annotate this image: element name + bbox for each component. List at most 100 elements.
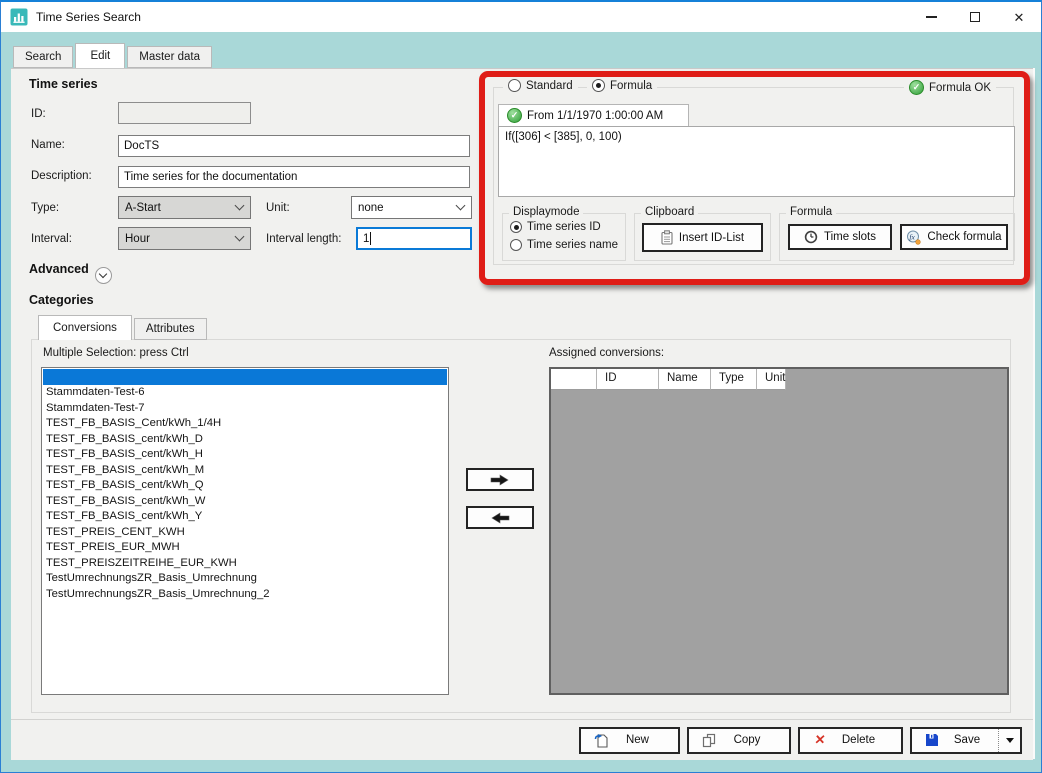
maximize-button[interactable] (953, 2, 997, 32)
tab-conversions[interactable]: Conversions (38, 315, 132, 340)
table-header-cell: Unit (757, 369, 786, 390)
close-button[interactable]: ✕ (997, 2, 1041, 32)
type-label: Type: (31, 202, 59, 214)
list-item[interactable]: TEST_PREISZEITREIHE_EUR_KWH (43, 557, 447, 573)
minimize-icon (926, 16, 937, 17)
arrow-right-icon (489, 474, 511, 486)
minimize-button[interactable] (909, 2, 953, 32)
list-item[interactable]: TEST_FB_BASIS_cent/kWh_M (43, 464, 447, 480)
check-circle-icon: ✓ (507, 108, 522, 123)
app-icon (10, 8, 28, 26)
list-item[interactable]: TEST_FB_BASIS_cent/kWh_W (43, 495, 447, 511)
dropdown-arrow-icon (1006, 738, 1014, 743)
list-item[interactable]: Stammdaten-Test-7 (43, 402, 447, 418)
interval-dropdown[interactable]: Hour (118, 227, 251, 250)
new-document-icon (593, 733, 609, 748)
text-caret (370, 232, 371, 245)
table-header-cell: Name (659, 369, 711, 390)
formula-editor[interactable]: If([306] < [385], 0, 100) (498, 126, 1015, 197)
copy-icon (701, 733, 717, 748)
time-series-id-radio[interactable]: Time series ID (505, 221, 606, 233)
time-series-heading: Time series (29, 77, 98, 91)
status-badge: Formula OK (929, 82, 991, 94)
assign-conversion-button[interactable] (466, 468, 534, 491)
chevron-down-icon (449, 206, 471, 209)
tab-search[interactable]: Search (13, 46, 73, 68)
copy-button[interactable]: Copy (687, 727, 791, 754)
svg-text:fx: fx (910, 232, 916, 241)
type-value: A-Start (125, 202, 161, 214)
tab-edit[interactable]: Edit (75, 43, 125, 68)
list-item[interactable]: TEST_FB_BASIS_cent/kWh_Q (43, 479, 447, 495)
footer-button-bar: New Copy ✕ Delete (11, 719, 1033, 760)
window-controls: ✕ (909, 2, 1041, 32)
list-item[interactable]: TestUmrechnungsZR_Basis_Umrechnung (43, 572, 447, 588)
table-header-cell: ID (597, 369, 659, 390)
table-header-cell: Type (711, 369, 757, 390)
interval-label: Interval: (31, 233, 72, 245)
list-item-selected[interactable] (43, 369, 447, 385)
unassign-conversion-button[interactable] (466, 506, 534, 529)
list-item[interactable]: TEST_FB_BASIS_cent/kWh_Y (43, 510, 447, 526)
id-label: ID: (31, 108, 46, 120)
time-slots-button[interactable]: Time slots (788, 224, 892, 250)
formula-ok-status: ✓ Formula OK (904, 80, 996, 95)
conversion-list: Stammdaten-Test-6 Stammdaten-Test-7 TEST… (43, 386, 447, 603)
formula-tools-groupbox: Formula Time slots fx (779, 213, 1015, 261)
type-dropdown[interactable]: A-Start (118, 196, 251, 219)
list-item[interactable]: TEST_FB_BASIS_cent/kWh_D (43, 433, 447, 449)
maximize-icon (970, 12, 980, 22)
clipboard-legend: Clipboard (641, 206, 698, 218)
edit-tab-content: Time series ID: Name: Description: Type:… (11, 68, 1033, 759)
categories-heading: Categories (29, 293, 94, 307)
formula-tools-legend: Formula (786, 206, 836, 218)
standard-radio[interactable]: Standard (503, 79, 578, 92)
formula-radio[interactable]: Formula (587, 79, 657, 92)
chevron-down-circle-icon[interactable] (95, 267, 112, 284)
tab-master-data[interactable]: Master data (127, 46, 212, 68)
name-label: Name: (31, 139, 65, 151)
tab-attributes[interactable]: Attributes (134, 318, 207, 340)
radio-off-icon (510, 239, 522, 251)
save-dropdown-button[interactable] (998, 729, 1020, 752)
window-title: Time Series Search (36, 10, 141, 24)
chevron-down-icon (228, 237, 250, 240)
list-item[interactable]: Stammdaten-Test-6 (43, 386, 447, 402)
advanced-toggle[interactable]: Advanced (29, 262, 112, 284)
description-label: Description: (31, 170, 92, 182)
list-item[interactable]: TestUmrechnungsZR_Basis_Umrechnung_2 (43, 588, 447, 604)
save-button[interactable]: Save (910, 727, 1022, 754)
description-field[interactable] (118, 166, 470, 188)
radio-on-icon (592, 79, 605, 92)
main-tabstrip: Search Edit Master data (13, 43, 214, 68)
radio-off-icon (508, 79, 521, 92)
app-window: Time Series Search ✕ Search Edit Master … (0, 0, 1042, 773)
list-item[interactable]: TEST_PREIS_EUR_MWH (43, 541, 447, 557)
save-floppy-icon (924, 733, 940, 747)
list-item[interactable]: TEST_FB_BASIS_cent/kWh_H (43, 448, 447, 464)
unit-label: Unit: (266, 202, 290, 214)
assigned-conversions-table[interactable]: ID Name Type Unit (549, 367, 1009, 695)
interval-length-label: Interval length: (266, 233, 341, 245)
unit-dropdown[interactable]: none (351, 196, 472, 219)
delete-x-icon: ✕ (811, 732, 829, 748)
list-item[interactable]: TEST_FB_BASIS_Cent/kWh_1/4H (43, 417, 447, 433)
id-field[interactable] (118, 102, 251, 124)
advanced-label: Advanced (29, 262, 89, 276)
unit-value: none (358, 202, 384, 214)
list-item[interactable]: TEST_PREIS_CENT_KWH (43, 526, 447, 542)
close-icon: ✕ (1014, 11, 1025, 24)
check-formula-button[interactable]: fx Check formula (900, 224, 1008, 250)
insert-id-list-button[interactable]: Insert ID-List (642, 223, 763, 252)
time-series-name-radio[interactable]: Time series name (505, 239, 623, 251)
table-header-cell (551, 369, 597, 390)
name-field[interactable] (118, 135, 470, 157)
interval-length-field[interactable]: 1 (356, 227, 472, 250)
multi-select-hint: Multiple Selection: press Ctrl (43, 347, 189, 359)
check-formula-icon: fx (906, 230, 921, 245)
new-button[interactable]: New (579, 727, 680, 754)
assigned-conversions-label: Assigned conversions: (549, 347, 664, 359)
delete-button[interactable]: ✕ Delete (798, 727, 903, 754)
conversions-listbox[interactable]: Stammdaten-Test-6 Stammdaten-Test-7 TEST… (41, 367, 449, 695)
formula-period-tab[interactable]: ✓ From 1/1/1970 1:00:00 AM (498, 104, 689, 126)
